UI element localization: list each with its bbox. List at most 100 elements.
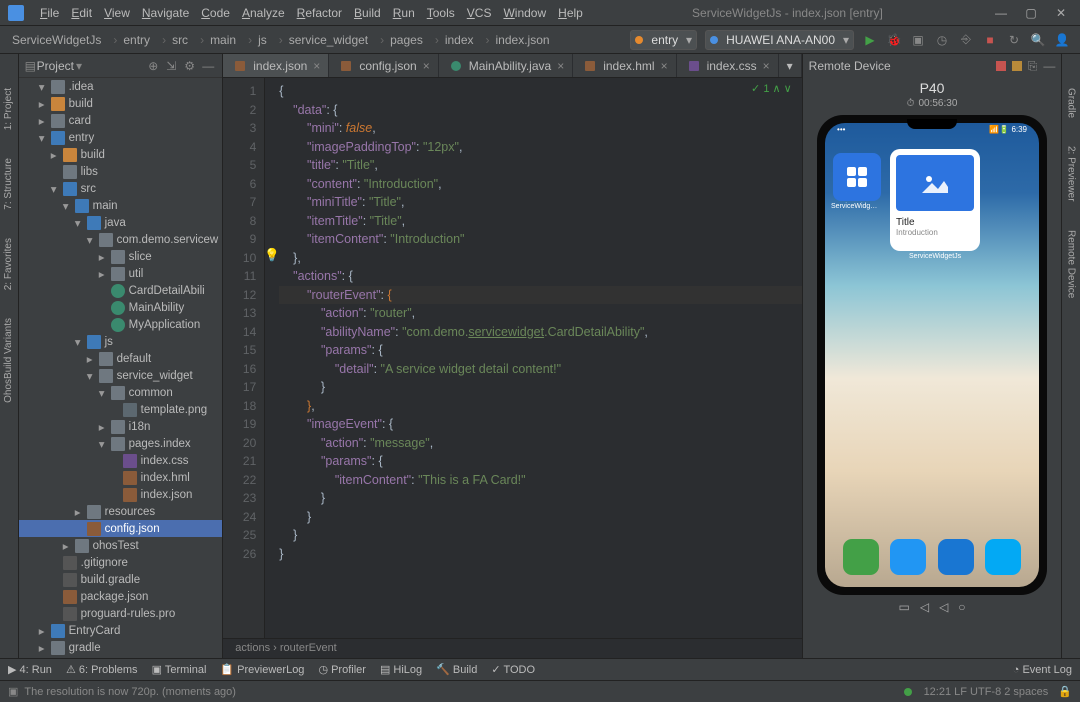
editor-tab[interactable]: index.hml× [573,54,676,77]
editor-tab[interactable]: index.json× [223,54,329,77]
tree-item[interactable]: .gitignore [19,554,223,571]
preview-stop-icon[interactable] [996,61,1006,71]
menu-analyze[interactable]: Analyze [236,3,291,23]
expand-icon[interactable]: ⇲ [166,59,180,73]
menu-edit[interactable]: Edit [65,3,98,23]
minimize-button[interactable]: — [990,5,1012,21]
menu-refactor[interactable]: Refactor [291,3,348,23]
tool-build[interactable]: 🔨 Build [436,663,477,676]
tree-item[interactable]: ▸card [19,112,223,129]
tree-item[interactable]: ▾java [19,214,223,231]
breadcrumb[interactable]: index.json [480,31,556,49]
breadcrumb[interactable]: main [194,31,242,49]
tool-previewer[interactable]: 2: Previewer [1066,142,1077,206]
menu-window[interactable]: Window [497,3,552,23]
rect-icon[interactable]: ▭ [898,600,909,614]
editor-tab[interactable]: index.css× [677,54,779,77]
dock-camera-icon[interactable] [985,539,1021,575]
tool-project[interactable]: 1: Project [3,84,14,134]
code-editor[interactable]: ✓ 1 ∧ ∨ 💡 { "data": { "mini": false, "im… [265,78,801,638]
preview-settings-icon[interactable]: ⎘ [1028,59,1038,74]
dock-browser-icon[interactable] [938,539,974,575]
status-right[interactable]: 12:21 LF UTF-8 2 spaces [924,686,1049,698]
device-combo[interactable]: HUAWEI ANA-AN00 [705,30,854,50]
tree-item[interactable]: build.gradle [19,571,223,588]
tree-item[interactable]: MainAbility [19,299,223,316]
bulb-icon[interactable]: 💡 [264,246,280,265]
tree-item[interactable]: libs [19,163,223,180]
widget-small[interactable] [833,153,881,201]
tree-item[interactable]: ▾js [19,333,223,350]
tree-item[interactable]: ▾main [19,197,223,214]
menu-code[interactable]: Code [195,3,236,23]
tree-item[interactable]: index.hml [19,469,223,486]
tree-item[interactable]: index.json [19,486,223,503]
hide-icon[interactable]: — [202,59,216,73]
sync-icon[interactable]: ↻ [1005,31,1023,49]
menu-tools[interactable]: Tools [421,3,461,23]
tool-build-variants[interactable]: OhosBuild Variants [3,314,14,407]
tree-item[interactable]: ▾pages.index [19,435,223,452]
tree-item[interactable]: ▸util [19,265,223,282]
tool-problems[interactable]: ⚠ 6: Problems [66,663,138,676]
preview-hide-icon[interactable]: — [1043,59,1055,73]
tool-profiler[interactable]: ◷ Profiler [318,663,366,676]
menu-build[interactable]: Build [348,3,387,23]
tab-overflow[interactable]: ▾ [779,54,802,77]
tree-item[interactable]: ▸EntryCard [19,622,223,639]
tree-item[interactable]: ▸build [19,146,223,163]
tree-item[interactable]: MyApplication [19,316,223,333]
profile-icon[interactable]: ◷ [933,31,951,49]
widget-large[interactable]: Title Introduction [890,149,980,251]
tool-hilog[interactable]: ▤ HiLog [380,663,422,676]
tree-item[interactable]: ▾entry [19,129,223,146]
breadcrumb[interactable]: src [156,31,194,49]
breadcrumb[interactable]: index [429,31,480,49]
menu-run[interactable]: Run [387,3,421,23]
debug-icon[interactable]: 🐞 [885,31,903,49]
target-icon[interactable]: ⊕ [148,59,162,73]
tree-item[interactable]: ▸i18n [19,418,223,435]
coverage-icon[interactable]: ▣ [909,31,927,49]
tree-item[interactable]: ▸default [19,350,223,367]
tree-item[interactable]: CardDetailAbili [19,282,223,299]
tool-structure[interactable]: 7: Structure [3,154,14,214]
tree-item[interactable]: config.json [19,520,223,537]
dock-phone-icon[interactable] [843,539,879,575]
tool-todo[interactable]: ✓ TODO [491,663,535,676]
home-nav-icon[interactable]: ◁ [939,600,948,614]
editor-tab[interactable]: MainAbility.java× [439,54,574,77]
tree-item[interactable]: index.css [19,452,223,469]
tool-previewer-log[interactable]: 📋 PreviewerLog [220,663,304,676]
search-icon[interactable]: 🔍 [1029,31,1047,49]
close-tab-icon[interactable]: × [313,59,320,73]
tool-remote-device[interactable]: Remote Device [1066,226,1077,302]
close-tab-icon[interactable]: × [763,59,770,73]
tree-item[interactable]: template.png [19,401,223,418]
event-log[interactable]: ◔ Event Log [1013,664,1072,676]
tree-item[interactable]: ▾service_widget [19,367,223,384]
dock-messages-icon[interactable] [890,539,926,575]
back-nav-icon[interactable]: ◁ [920,600,929,614]
tree-item[interactable]: ▾com.demo.servicew [19,231,223,248]
status-tool-icon[interactable]: ▣ [8,685,18,698]
inspection-badge[interactable]: ✓ 1 ∧ ∨ [751,80,792,99]
phone-screen[interactable]: •••📶🔋 6:39 ServiceWidg… Title Introducti… [825,123,1039,587]
attach-icon[interactable]: ⎆ [957,31,975,49]
run-icon[interactable]: ▶ [861,31,879,49]
tool-gradle[interactable]: Gradle [1066,84,1077,122]
menu-view[interactable]: View [98,3,136,23]
close-tab-icon[interactable]: × [661,59,668,73]
close-tab-icon[interactable]: × [557,59,564,73]
close-button[interactable]: ✕ [1050,5,1072,21]
avatar-icon[interactable]: 👤 [1053,31,1071,49]
breadcrumb[interactable]: ServiceWidgetJs [6,31,107,49]
tree-item[interactable]: ▾common [19,384,223,401]
maximize-button[interactable]: ▢ [1020,5,1042,21]
menu-file[interactable]: File [34,3,65,23]
tree-item[interactable]: .gitignore [19,656,223,658]
editor-breadcrumb[interactable]: actions › routerEvent [223,638,801,658]
tree-item[interactable]: package.json [19,588,223,605]
tree-item[interactable]: ▾src [19,180,223,197]
menu-navigate[interactable]: Navigate [136,3,195,23]
